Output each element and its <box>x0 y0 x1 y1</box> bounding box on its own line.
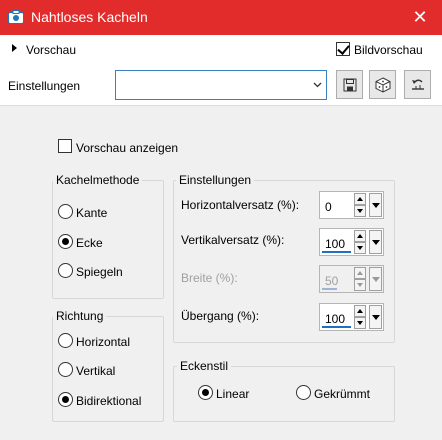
width-spinner: 50 <box>319 265 384 293</box>
preview-row: Vorschau Bildvorschau <box>0 35 442 65</box>
horizontal-offset-dropdown-icon[interactable] <box>369 193 382 217</box>
radio-horizontal-label: Horizontal <box>76 335 131 349</box>
vertical-offset-label: Vertikalversatz (%): <box>181 233 285 247</box>
radio-bidirektional[interactable] <box>58 392 73 407</box>
horizontal-offset-spinner[interactable]: 0 <box>319 191 384 219</box>
radio-spiegeln[interactable] <box>58 263 73 278</box>
bildvorschau-label: Bildvorschau <box>354 43 423 57</box>
camera-icon <box>8 10 24 24</box>
direction-title: Richtung <box>53 309 107 323</box>
radio-ecke[interactable] <box>58 234 73 249</box>
transition-label: Übergang (%): <box>181 309 260 323</box>
bildvorschau-checkbox[interactable] <box>336 42 350 56</box>
transition-value[interactable]: 100 <box>325 312 345 326</box>
divider <box>0 105 442 106</box>
settings-row: Einstellungen <box>0 65 442 105</box>
radio-ecke-label: Ecke <box>76 236 103 250</box>
vertical-offset-value[interactable]: 100 <box>325 237 345 251</box>
tiling-method-title: Kachelmethode <box>53 173 143 187</box>
radio-vertikal-label: Vertikal <box>76 364 116 378</box>
vertical-offset-spinner[interactable]: 100 <box>319 228 384 256</box>
width-down-arrow-icon <box>354 279 366 291</box>
radio-kante[interactable] <box>58 204 73 219</box>
vertical-offset-up-arrow-icon[interactable] <box>354 230 366 242</box>
show-preview-checkbox[interactable] <box>58 139 72 153</box>
vertical-offset-bar <box>322 251 351 253</box>
width-dropdown-icon <box>369 267 382 291</box>
radio-bidirektional-label: Bidirektional <box>76 394 142 408</box>
horizontal-offset-label: Horizontalversatz (%): <box>181 198 300 212</box>
title-bar: Nahtloses Kacheln ✕ <box>0 0 442 35</box>
vertical-offset-down-arrow-icon[interactable] <box>354 242 366 254</box>
corner-style-title: Eckenstil <box>177 359 232 373</box>
width-value: 50 <box>325 274 339 288</box>
width-bar <box>322 288 337 290</box>
radio-kante-label: Kante <box>76 206 108 220</box>
radio-horizontal[interactable] <box>58 333 73 348</box>
window-title: Nahtloses Kacheln <box>31 9 148 25</box>
horizontal-offset-down-arrow-icon[interactable] <box>354 205 366 217</box>
preview-toggle-label[interactable]: Vorschau <box>26 43 76 57</box>
save-preset-button[interactable] <box>336 70 363 99</box>
randomize-button[interactable] <box>369 70 396 99</box>
transition-spinner[interactable]: 100 <box>319 303 384 331</box>
chevron-down-icon <box>313 82 322 88</box>
transition-bar <box>322 326 351 328</box>
width-label: Breite (%): <box>181 271 238 285</box>
horizontal-offset-value[interactable]: 0 <box>325 200 332 214</box>
save-icon <box>343 78 356 91</box>
show-preview-label: Vorschau anzeigen <box>76 141 179 155</box>
expand-arrow-icon[interactable] <box>12 44 17 52</box>
settings-label: Einstellungen <box>8 79 81 93</box>
width-up-arrow-icon <box>354 267 366 279</box>
random-cube-icon <box>375 76 390 93</box>
radio-vertikal[interactable] <box>58 362 73 377</box>
horizontal-offset-up-arrow-icon[interactable] <box>354 193 366 205</box>
radio-gekruemmt[interactable] <box>296 385 311 400</box>
radio-linear-label: Linear <box>216 387 250 401</box>
transition-up-arrow-icon[interactable] <box>354 305 366 317</box>
params-title: Einstellungen <box>176 173 255 187</box>
reset-icon <box>411 79 424 90</box>
reset-button[interactable] <box>404 70 431 99</box>
close-button[interactable]: ✕ <box>408 6 432 30</box>
radio-gekruemmt-label: Gekrümmt <box>314 387 371 401</box>
transition-dropdown-icon[interactable] <box>369 305 382 329</box>
radio-linear[interactable] <box>198 385 213 400</box>
radio-spiegeln-label: Spiegeln <box>76 265 123 279</box>
vertical-offset-dropdown-icon[interactable] <box>369 230 382 254</box>
preset-combobox[interactable] <box>115 70 327 100</box>
transition-down-arrow-icon[interactable] <box>354 317 366 329</box>
